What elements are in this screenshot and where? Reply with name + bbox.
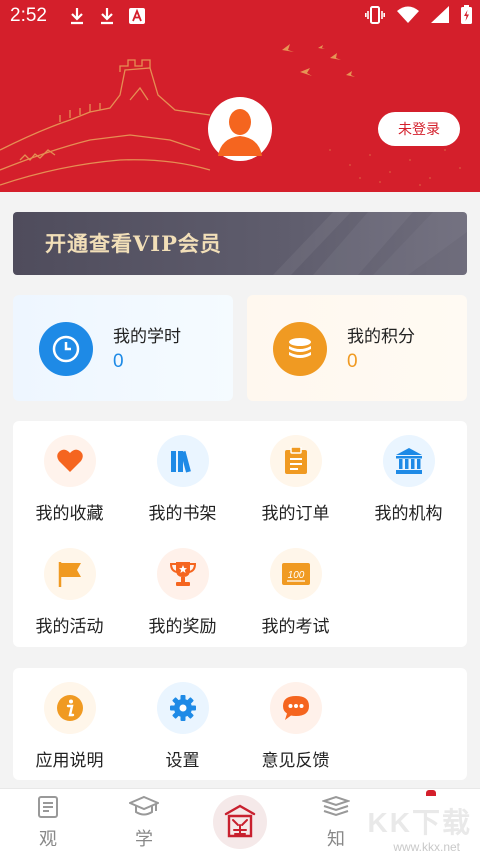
grid-label-feedback: 意见反馈 [261, 751, 330, 771]
grid-item-feedback[interactable]: 意见反馈 [239, 682, 352, 771]
trophy-icon [156, 548, 209, 600]
download-icon [70, 8, 83, 25]
status-bar: 2:52 [0, 0, 480, 32]
flag-icon [43, 548, 96, 600]
grid-item-app-info[interactable]: 应用说明 [13, 682, 126, 771]
institution-icon [382, 435, 435, 487]
seal-logo-icon [224, 804, 256, 838]
nav-item-know[interactable]: 知 [306, 795, 366, 851]
vip-banner-text: 开通查看VIP会员 [45, 231, 222, 256]
study-hours-label: 我的学时 [113, 327, 181, 347]
grid-label-orders: 我的订单 [261, 504, 330, 524]
books-icon [156, 435, 209, 487]
grid-item-activities[interactable]: 我的活动 [13, 548, 126, 637]
app-notification-icon [128, 8, 145, 24]
chat-bubble-icon [269, 682, 322, 734]
grid-label-activities: 我的活动 [35, 617, 104, 637]
grid-label-rewards: 我的奖励 [148, 617, 217, 637]
notification-badge [426, 790, 436, 796]
user-icon [218, 109, 262, 156]
nav-item-view[interactable]: 观 [18, 795, 78, 851]
clock-icon [39, 322, 93, 376]
profile-header: 2:52 未登录 [0, 0, 480, 192]
book-stack-icon [320, 795, 352, 817]
document-icon [38, 796, 58, 818]
download-icon [100, 8, 113, 25]
grid-item-favorites[interactable]: 我的收藏 [13, 435, 126, 524]
svg-text:100: 100 [287, 570, 304, 581]
settings-panel: 应用说明 设置 意见反馈 [13, 668, 467, 780]
watermark: KK下载 [368, 801, 472, 841]
nav-label-view: 观 [39, 829, 57, 850]
study-hours-card[interactable]: 我的学时 0 [13, 295, 233, 401]
graduation-cap-icon [127, 795, 161, 816]
grid-label-settings: 设置 [165, 751, 200, 771]
nav-label-know: 知 [327, 829, 345, 850]
wifi-icon [397, 6, 419, 23]
points-label: 我的积分 [347, 327, 415, 347]
avatar[interactable] [208, 97, 272, 161]
nav-center-logo-button[interactable] [213, 795, 267, 849]
vibrate-icon [365, 5, 385, 24]
grid-label-bookshelf: 我的书架 [148, 504, 217, 524]
my-features-panel: 我的收藏 我的书架 我的订单 我的机构 我的活动 我的奖励 100 我的考试 [13, 421, 467, 647]
grid-label-exams: 我的考试 [261, 617, 330, 637]
watermark-url: www.kkx.net [393, 840, 460, 853]
grid-label-favorites: 我的收藏 [35, 504, 104, 524]
grid-item-exams[interactable]: 100 我的考试 [239, 548, 352, 637]
info-icon [43, 682, 96, 734]
clipboard-icon [269, 435, 322, 487]
points-card[interactable]: 我的积分 0 [247, 295, 467, 401]
gear-icon [156, 682, 209, 734]
login-button[interactable]: 未登录 [378, 112, 460, 146]
grid-item-bookshelf[interactable]: 我的书架 [126, 435, 239, 524]
status-time: 2:52 [10, 5, 47, 26]
exam-score-icon: 100 [269, 548, 322, 600]
grid-item-orders[interactable]: 我的订单 [239, 435, 352, 524]
points-value: 0 [347, 351, 358, 372]
nav-item-learn[interactable]: 学 [114, 795, 174, 851]
grid-item-institution[interactable]: 我的机构 [352, 435, 465, 524]
grid-item-rewards[interactable]: 我的奖励 [126, 548, 239, 637]
nav-label-learn: 学 [135, 829, 153, 850]
battery-icon [461, 5, 472, 24]
coins-icon [273, 322, 327, 376]
grid-item-settings[interactable]: 设置 [126, 682, 239, 771]
signal-icon [431, 6, 449, 23]
grid-label-institution: 我的机构 [374, 504, 443, 524]
grid-label-app-info: 应用说明 [35, 751, 104, 771]
vip-banner[interactable]: 开通查看VIP会员 [13, 212, 467, 275]
study-hours-value: 0 [113, 351, 124, 372]
watermark-brand: KK下载 [367, 807, 472, 838]
heart-icon [43, 435, 96, 487]
